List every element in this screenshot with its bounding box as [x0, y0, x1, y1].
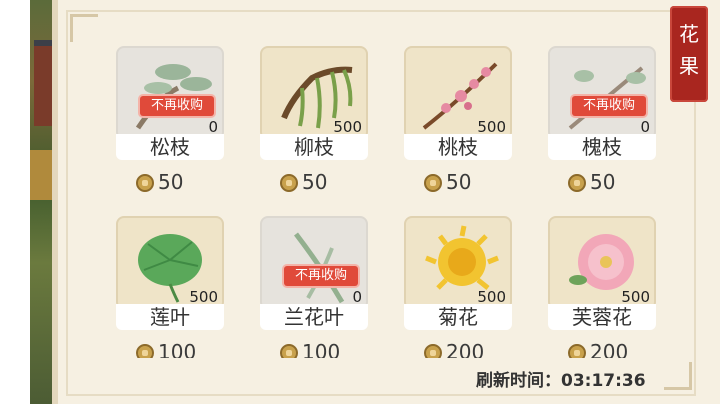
shop-item-card[interactable]: 500 芙蓉花 200: [544, 210, 658, 358]
shop-item-card[interactable]: 不再收购 0 兰花叶 100: [256, 210, 370, 358]
item-tile: 不再收购 0: [116, 46, 224, 140]
item-tile: 500: [260, 46, 368, 140]
shop-item-card[interactable]: 500 柳枝 50: [256, 40, 370, 200]
refresh-label: 刷新时间：: [476, 371, 561, 391]
item-name: 松枝: [116, 134, 224, 160]
corner-ornament-icon: [664, 362, 692, 390]
refresh-timer: 刷新时间：03:17:36: [476, 366, 646, 391]
item-tile: 不再收购 0: [260, 216, 368, 310]
item-grid: 不再收购 0 松枝 50 500 柳枝 50 500 桃枝 50 不再收购 0 …: [112, 40, 682, 358]
stop-buying-stamp: 不再收购: [572, 96, 646, 116]
item-name: 兰花叶: [260, 304, 368, 330]
refresh-time: 03:17:36: [561, 371, 646, 391]
shop-item-card[interactable]: 500 菊花 200: [400, 210, 514, 358]
shop-item-card[interactable]: 500 莲叶 100: [112, 210, 226, 358]
item-price: 50: [424, 170, 471, 194]
item-name: 柳枝: [260, 134, 368, 160]
item-name: 芙蓉花: [548, 304, 656, 330]
stop-buying-stamp: 不再收购: [284, 266, 358, 286]
coin-icon: [568, 344, 586, 358]
item-price: 200: [424, 340, 484, 358]
item-price: 100: [136, 340, 196, 358]
coin-icon: [136, 174, 154, 192]
item-tile: 500: [116, 216, 224, 310]
item-name: 桃枝: [404, 134, 512, 160]
corner-ornament-icon: [70, 14, 98, 42]
item-price: 50: [568, 170, 615, 194]
coin-icon: [280, 174, 298, 192]
item-price: 50: [280, 170, 327, 194]
item-name: 莲叶: [116, 304, 224, 330]
item-price: 100: [280, 340, 340, 358]
item-tile: 不再收购 0: [548, 46, 656, 140]
shop-item-card[interactable]: 500 桃枝 50: [400, 40, 514, 200]
item-tile: 500: [404, 46, 512, 140]
shop-item-card[interactable]: 不再收购 0 槐枝 50: [544, 40, 658, 200]
coin-icon: [568, 174, 586, 192]
left-margin: [0, 0, 32, 404]
item-name: 槐枝: [548, 134, 656, 160]
coin-icon: [280, 344, 298, 358]
stop-buying-stamp: 不再收购: [140, 96, 214, 116]
item-tile: 500: [404, 216, 512, 310]
coin-icon: [424, 344, 442, 358]
item-price: 50: [136, 170, 183, 194]
coin-icon: [424, 174, 442, 192]
item-tile: 500: [548, 216, 656, 310]
shop-item-card[interactable]: 不再收购 0 松枝 50: [112, 40, 226, 200]
coin-icon: [136, 344, 154, 358]
item-price: 200: [568, 340, 628, 358]
item-name: 菊花: [404, 304, 512, 330]
